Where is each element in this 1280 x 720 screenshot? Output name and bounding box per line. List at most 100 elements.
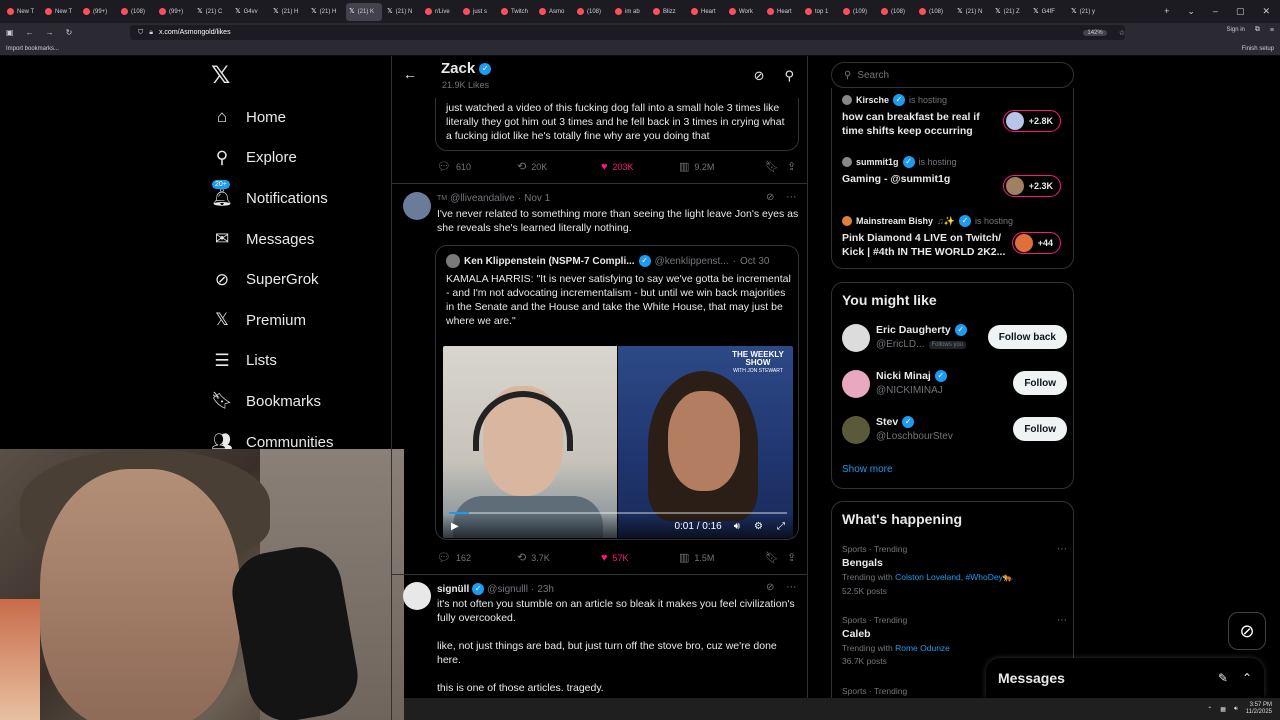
more-icon[interactable]: ⋯ (786, 192, 796, 203)
back-icon[interactable]: ← (26, 28, 34, 37)
messages-dock[interactable]: Messages ✎ ⌃ (986, 658, 1264, 698)
video-player[interactable]: THE WEEKLY SHOW WITH JON STEWART ▶ 0:01 /… (443, 346, 793, 538)
browser-tab[interactable]: (108) (574, 3, 610, 21)
show-more-link[interactable]: Show more (842, 464, 893, 475)
back-arrow-icon[interactable]: ← (403, 66, 417, 82)
share-button[interactable]: ⇪ (787, 160, 796, 173)
reload-icon[interactable]: ↻ (66, 28, 73, 37)
nav-supergrok[interactable]: ⊘ SuperGrok (208, 259, 388, 300)
live-count-pill[interactable]: +44 (1011, 232, 1061, 254)
close-icon[interactable]: ✕ (1262, 6, 1270, 17)
suggested-user[interactable]: Nicki Minaj ✓ @NICKIMINAJ Follow (842, 370, 1067, 400)
browser-tab[interactable]: New T (42, 3, 78, 21)
browser-tab[interactable]: (108) (878, 3, 914, 21)
finish-setup-link[interactable]: Finish setup (1242, 46, 1274, 52)
browser-tab[interactable]: (108) (118, 3, 154, 21)
like-button[interactable]: ♥ 203K (601, 161, 679, 173)
suggested-user[interactable]: Stev ✓ @LoschbourStev Follow (842, 416, 1067, 446)
views-button[interactable]: ▥ 9.2M (679, 160, 765, 173)
browser-tab[interactable]: 𝕏 G4fF (1030, 3, 1066, 21)
forward-icon[interactable]: → (46, 28, 54, 37)
nav-bookmarks[interactable]: 🔖︎ Bookmarks (208, 381, 388, 422)
nav-notifications[interactable]: 🔔︎ 20+ Notifications (208, 178, 388, 219)
tweet-handle[interactable]: @signulll (487, 584, 528, 595)
repost-button[interactable]: ⟲ 3.7K (517, 551, 601, 564)
browser-tab[interactable]: 𝕏 (21) H (308, 3, 344, 21)
more-icon[interactable]: ⋯ (1057, 615, 1067, 626)
minimize-icon[interactable]: – (1213, 6, 1218, 17)
browser-tab[interactable]: 𝕏 (21) H (270, 3, 306, 21)
tweet-name[interactable]: signüll (437, 584, 469, 595)
browser-tab[interactable]: 𝕏 G4vv (232, 3, 268, 21)
tab-list-icon[interactable]: ⌄ (1187, 6, 1195, 17)
browser-tab[interactable]: (99+) (156, 3, 192, 21)
avatar[interactable] (403, 192, 431, 220)
tweet-handle[interactable]: @lliveandalive (450, 193, 515, 204)
browser-tab[interactable]: (109) (840, 3, 876, 21)
volume-icon[interactable]: 🔊︎ (1234, 706, 1238, 713)
nav-lists[interactable]: ☰ Lists (208, 341, 388, 382)
browser-tab[interactable]: Twitch (498, 3, 534, 21)
nav-premium[interactable]: 𝕏 Premium (208, 300, 388, 341)
avatar[interactable] (403, 582, 431, 610)
import-bookmarks-link[interactable]: Import bookmarks... (6, 46, 59, 52)
browser-tab[interactable]: im ab (612, 3, 648, 21)
zoom-level[interactable]: 142% (1083, 29, 1107, 36)
url-bar[interactable]: ⛉ 🔒︎ x.com/Asmongold/likes 142% ☆ (130, 25, 1125, 40)
bookmark-button[interactable]: 🔖︎ (765, 160, 787, 173)
hosting-item[interactable]: summit1g ✓ is hosting Gaming - @summit1g +… (842, 156, 1067, 197)
browser-tab[interactable]: 𝕏 (21) K (346, 2, 382, 21)
extensions-icon[interactable]: ⧉ (1255, 26, 1260, 34)
follow-back-button[interactable]: Follow back (987, 325, 1067, 349)
x-logo-icon[interactable]: 𝕏 (211, 64, 235, 88)
browser-tab[interactable]: r/Live (422, 3, 458, 21)
browser-tab[interactable]: Asmo (536, 3, 572, 21)
browser-tab[interactable]: Heart (688, 3, 724, 21)
browser-tab[interactable]: just s (460, 3, 496, 21)
search-icon[interactable]: ⚲ (784, 68, 794, 84)
more-icon[interactable]: ⋯ (786, 582, 796, 593)
browser-tab[interactable]: New T (4, 3, 40, 21)
quoted-tweet-tail[interactable]: just watched a video of this fucking dog… (435, 96, 799, 151)
browser-tab[interactable]: (99+) (80, 3, 116, 21)
views-button[interactable]: ▥ 1.5M (679, 551, 765, 564)
browser-tab[interactable]: 𝕏 (21) Z (992, 3, 1028, 21)
menu-icon[interactable]: ≡ (1270, 27, 1274, 34)
repost-button[interactable]: ⟲ 20K (517, 160, 601, 173)
fullscreen-icon[interactable]: ⤢ (777, 521, 785, 532)
browser-tab[interactable]: top 1 (802, 3, 838, 21)
grok-icon[interactable]: ⊘ (766, 582, 774, 593)
nav-explore[interactable]: ⚲ Explore (208, 138, 388, 179)
trend-with[interactable]: Rome Odunze (895, 643, 950, 653)
live-count-pill[interactable]: +2.3K (1002, 175, 1061, 197)
search-input[interactable]: ⚲ Search (831, 62, 1074, 88)
trend-with[interactable]: Colston Loveland, #WhoDey🐅 (895, 572, 1013, 582)
reply-button[interactable]: 💬︎ 610 (437, 160, 517, 173)
tweet-time[interactable]: Nov 1 (524, 193, 550, 204)
maximize-icon[interactable]: ▢ (1236, 6, 1245, 17)
browser-tab[interactable]: Heart (764, 3, 800, 21)
new-message-icon[interactable]: ✎ (1218, 671, 1228, 685)
hosting-item[interactable]: Kirsche ✓ is hosting how can breakfast be … (842, 94, 1067, 138)
grok-icon[interactable]: ⊘ (754, 68, 765, 84)
bookmark-button[interactable]: 🔖︎ (765, 551, 787, 564)
browser-tab[interactable]: 𝕏 (21) N (384, 3, 420, 21)
clock[interactable]: 3:57 PM 11/2/2025 (1246, 702, 1272, 716)
browser-tab[interactable]: 𝕏 (21) N (954, 3, 990, 21)
follow-button[interactable]: Follow (1013, 371, 1067, 395)
volume-icon[interactable]: 🔊︎ (734, 521, 740, 532)
play-icon[interactable]: ▶ (451, 521, 459, 532)
like-button[interactable]: ♥ 57K (601, 552, 679, 564)
new-tab-icon[interactable]: + (1164, 6, 1169, 17)
browser-tab[interactable]: Blizz (650, 3, 686, 21)
browser-tab[interactable]: Work (726, 3, 762, 21)
share-button[interactable]: ⇪ (787, 551, 796, 564)
sidebar-toggle-icon[interactable]: ▣ (6, 28, 14, 37)
more-icon[interactable]: ⋯ (1057, 544, 1067, 555)
trend-item[interactable]: Sports · Trending Bengals Trending with … (842, 544, 1067, 596)
network-icon[interactable]: ▦ (1220, 706, 1226, 713)
grok-floating-button[interactable]: ⊘ (1228, 612, 1266, 650)
sign-in-button[interactable]: Sign in (1227, 27, 1245, 33)
browser-tab[interactable]: 𝕏 (21) y (1068, 3, 1104, 21)
tweet-time[interactable]: 23h (537, 584, 554, 595)
